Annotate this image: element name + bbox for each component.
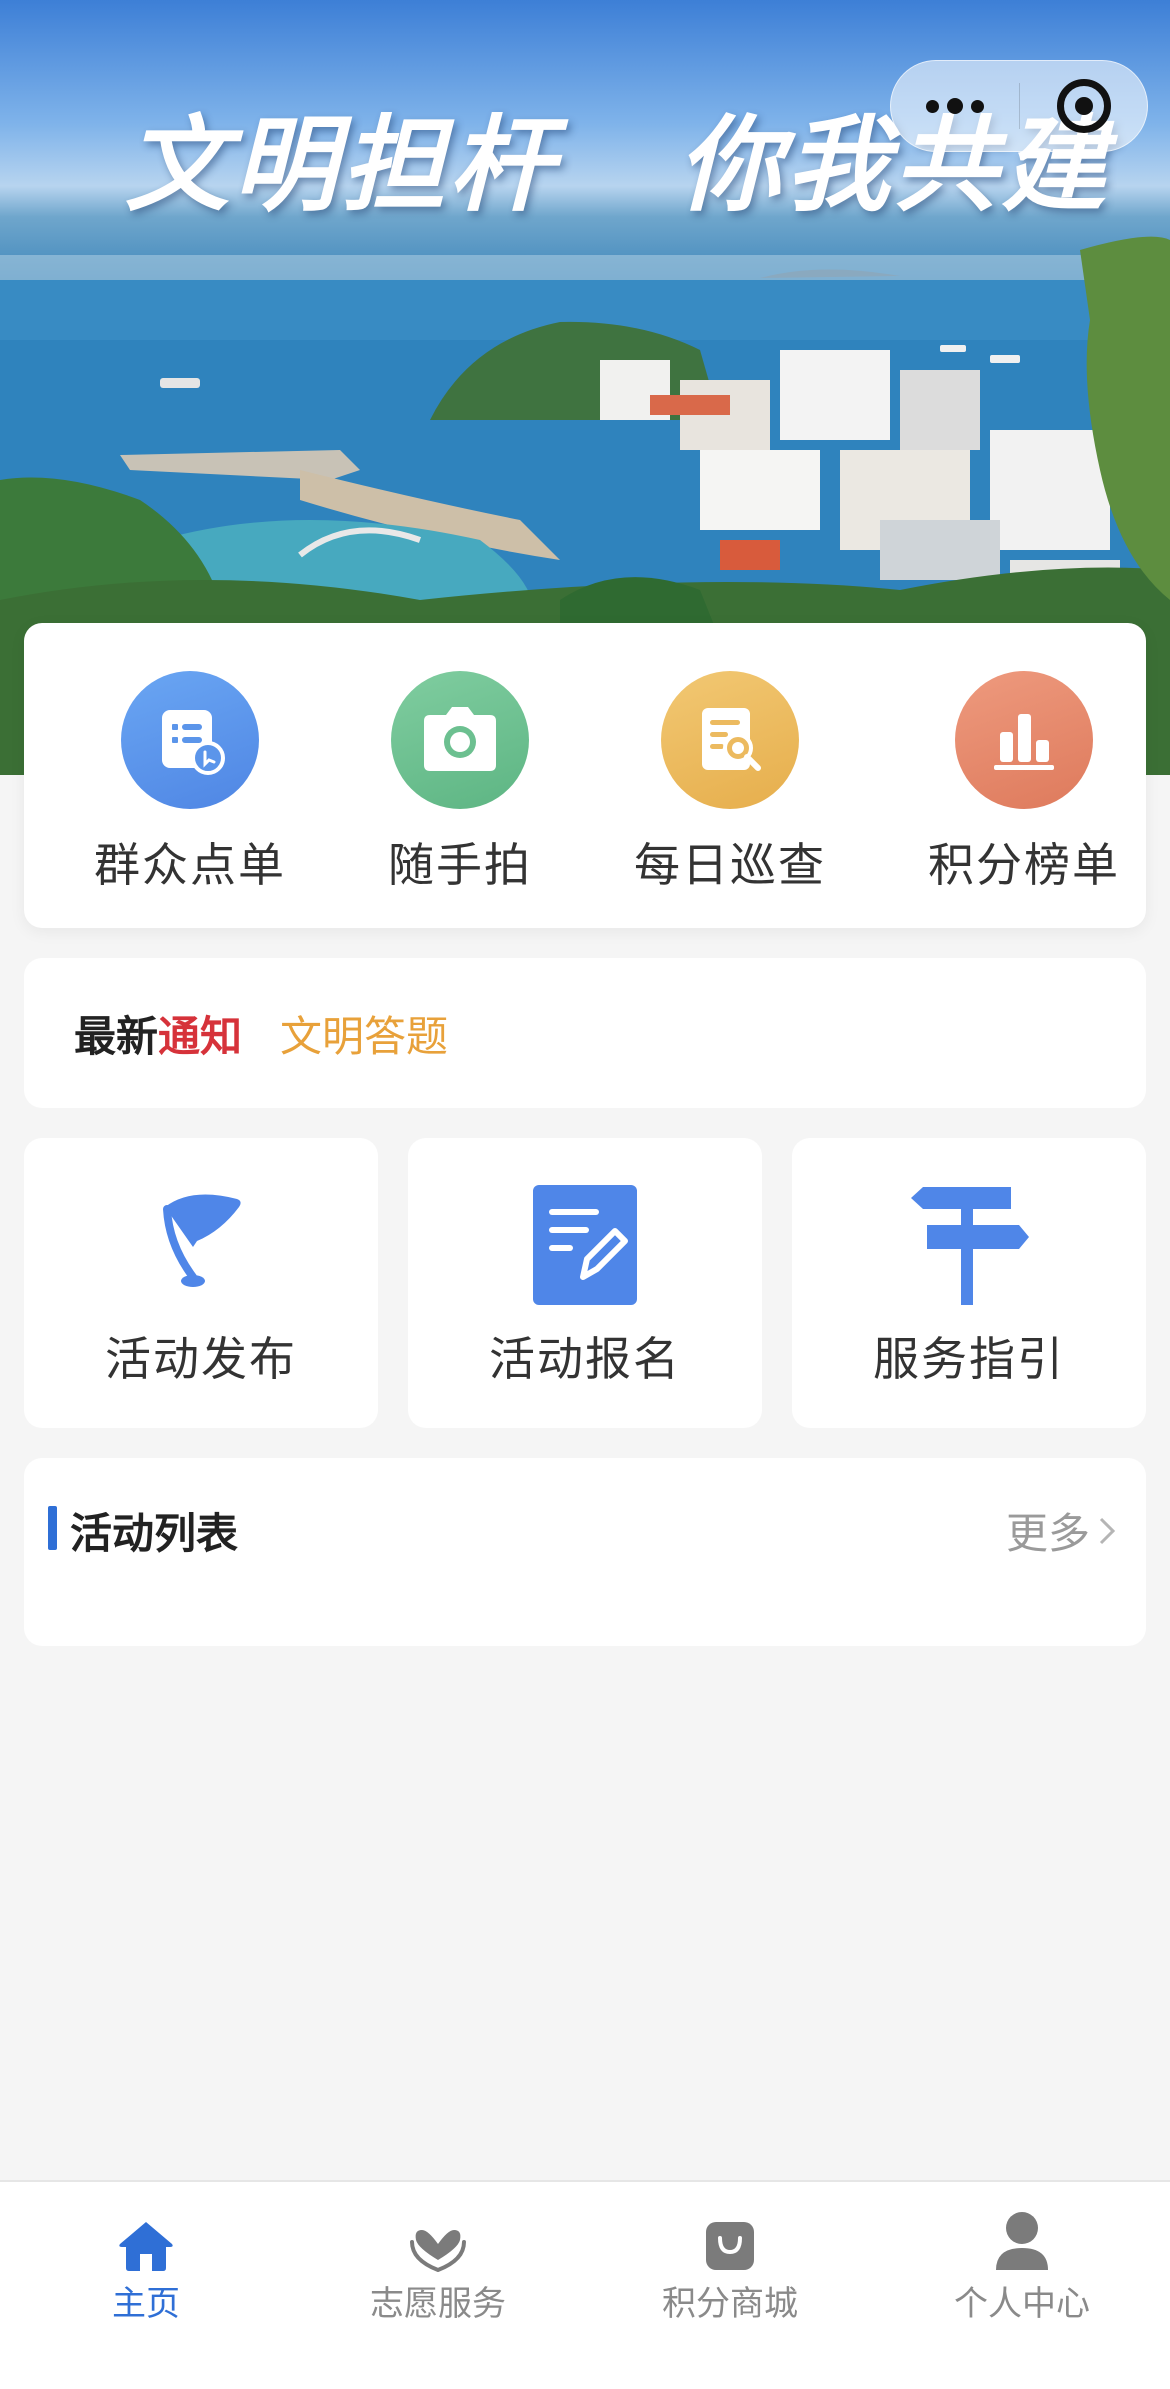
tab-label: 积分商城 [662, 2284, 798, 2324]
quick-action-inspect[interactable]: 每日巡查 [620, 671, 840, 895]
notice-title-prefix: 最新 [74, 1011, 159, 1061]
tab-home[interactable]: 主页 [0, 2206, 292, 2325]
notice-item-link[interactable]: 文明答题 [280, 1003, 448, 1064]
tab-label: 主页 [112, 2284, 180, 2324]
inspect-document-icon [661, 671, 799, 809]
notice-title-highlight: 通知 [158, 1011, 243, 1061]
quick-action-photo[interactable]: 随手拍 [350, 671, 570, 895]
service-label: 服务指引 [873, 1332, 1065, 1386]
quick-action-order[interactable]: 群众点单 [80, 671, 300, 895]
more-dots-icon[interactable] [891, 61, 1019, 151]
quick-action-label: 群众点单 [94, 838, 286, 892]
activity-more-link[interactable]: 更多 [1006, 1500, 1116, 1561]
flag-icon [24, 1185, 378, 1305]
quick-actions-card: 群众点单 随手拍 每日巡查 积分榜单 [24, 623, 1146, 928]
shopping-bag-icon [584, 2206, 876, 2272]
bottom-tab-bar: 主页 志愿服务 积分商城 个人中心 [0, 2180, 1170, 2389]
order-list-icon [121, 671, 259, 809]
quick-action-label: 随手拍 [388, 838, 532, 892]
person-icon [876, 2206, 1168, 2272]
tab-label: 志愿服务 [370, 2284, 506, 2324]
activity-list-section: 活动列表 更多 [24, 1458, 1146, 1646]
bar-chart-icon [955, 671, 1093, 809]
quick-action-ranking[interactable]: 积分榜单 [914, 671, 1134, 895]
home-icon [0, 2206, 292, 2272]
miniprogram-capsule [890, 60, 1148, 152]
quick-action-label: 积分榜单 [928, 838, 1120, 892]
tab-points-mall[interactable]: 积分商城 [584, 2206, 876, 2325]
tab-label: 个人中心 [954, 2284, 1090, 2324]
service-card-publish[interactable]: 活动发布 [24, 1138, 378, 1428]
signpost-icon [792, 1185, 1146, 1305]
tab-volunteer[interactable]: 志愿服务 [292, 2206, 584, 2325]
service-card-guide[interactable]: 服务指引 [792, 1138, 1146, 1428]
service-card-signup[interactable]: 活动报名 [408, 1138, 762, 1428]
activity-list-title: 活动列表 [70, 1509, 239, 1558]
edit-form-icon [408, 1185, 762, 1305]
target-circle-icon[interactable] [1020, 61, 1147, 151]
service-label: 活动发布 [105, 1332, 297, 1386]
quick-action-label: 每日巡查 [634, 838, 826, 892]
camera-icon [391, 671, 529, 809]
more-label: 更多 [1005, 1509, 1090, 1558]
latest-notice-bar[interactable]: 最新 通知 文明答题 [24, 958, 1146, 1108]
section-accent-bar [48, 1506, 57, 1550]
chevron-right-icon [1099, 1517, 1116, 1544]
heart-hands-icon [292, 2206, 584, 2272]
service-label: 活动报名 [489, 1332, 681, 1386]
tab-profile[interactable]: 个人中心 [876, 2206, 1168, 2325]
